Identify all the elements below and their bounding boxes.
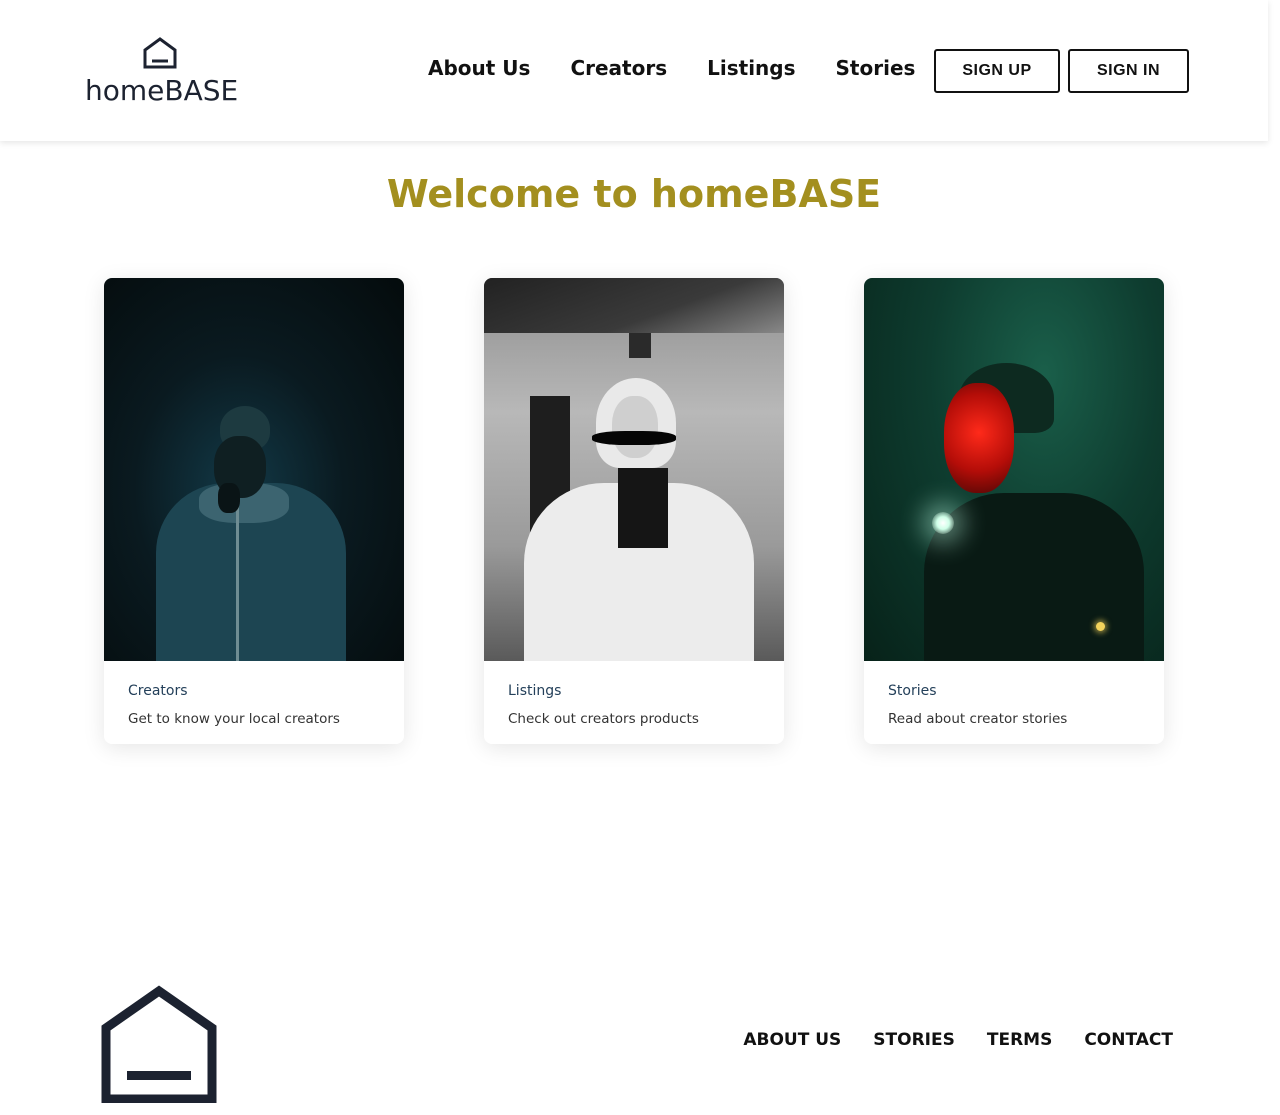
nav-creators[interactable]: Creators: [570, 56, 667, 80]
man-red-light-image: [864, 278, 1164, 661]
card-creators[interactable]: Creators Get to know your local creators: [104, 278, 404, 744]
card-stories[interactable]: Stories Read about creator stories: [864, 278, 1164, 744]
nav-stories[interactable]: Stories: [836, 56, 916, 80]
footer-link-terms[interactable]: TERMS: [987, 1030, 1052, 1050]
footer-link-about-us[interactable]: ABOUT US: [743, 1030, 841, 1050]
page-title: Welcome to homeBASE: [386, 172, 882, 216]
card-description: Check out creators products: [508, 711, 699, 727]
main-nav: About Us Creators Listings Stories: [428, 56, 915, 80]
card-title: Creators: [128, 683, 188, 699]
card-title: Stories: [888, 683, 937, 699]
nav-listings[interactable]: Listings: [707, 56, 795, 80]
nav-about-us[interactable]: About Us: [428, 56, 530, 80]
footer-link-contact[interactable]: CONTACT: [1084, 1030, 1173, 1050]
woman-trench-coat-image: [484, 278, 784, 661]
card-description: Read about creator stories: [888, 711, 1068, 727]
footer-nav: ABOUT US STORIES TERMS CONTACT: [743, 1030, 1173, 1050]
logo-text: homeBASE: [85, 74, 239, 107]
card-description: Get to know your local creators: [128, 711, 340, 727]
sign-up-button[interactable]: SIGN UP: [934, 49, 1060, 93]
footer-link-stories[interactable]: STORIES: [873, 1030, 955, 1050]
homebase-logo[interactable]: homeBASE: [85, 36, 239, 107]
site-header: homeBASE About Us Creators Listings Stor…: [0, 0, 1268, 141]
card-listings[interactable]: Listings Check out creators products: [484, 278, 784, 744]
footer-house-icon[interactable]: [100, 985, 218, 1107]
house-icon: [143, 37, 177, 69]
creator-singing-image: [104, 278, 404, 661]
card-title: Listings: [508, 683, 562, 699]
sign-in-button[interactable]: SIGN IN: [1068, 49, 1189, 93]
